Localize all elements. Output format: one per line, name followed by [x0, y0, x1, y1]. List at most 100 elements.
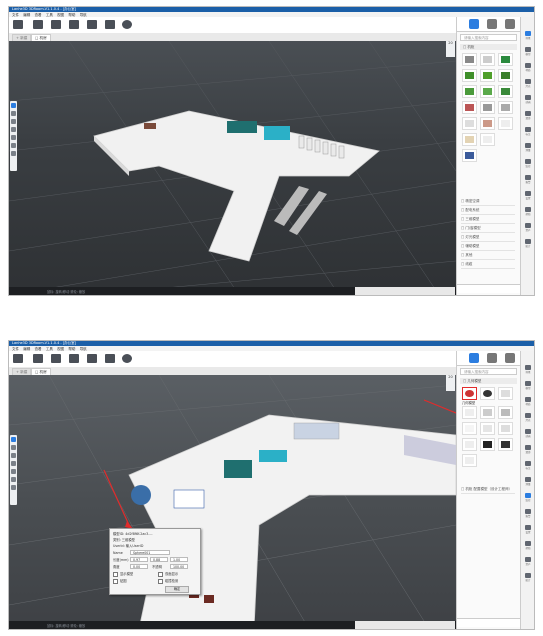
category-aux[interactable]: □ 辅助模型 — [461, 243, 515, 251]
panel-footer-icons-2[interactable] — [457, 618, 521, 627]
category-lights[interactable]: □ 灯光模型 — [461, 234, 515, 242]
opacity-input[interactable]: 100.00 — [170, 564, 188, 569]
material-icon[interactable]: 材质 — [524, 63, 532, 72]
model-search-input-2[interactable]: 请输入搜索内容 — [460, 368, 517, 375]
category-header-2[interactable]: □ 几何模型 — [460, 378, 517, 384]
help-icon[interactable] — [122, 20, 132, 29]
zoom-control-2[interactable]: 20 — [446, 375, 455, 391]
thumb-green-6[interactable] — [498, 85, 513, 98]
open-folder-icon[interactable] — [13, 354, 23, 363]
category-cables[interactable]: □ 线缆 — [461, 261, 515, 269]
open-folder-icon[interactable] — [13, 20, 23, 29]
thumb-cube[interactable] — [498, 387, 513, 400]
thumb-green-1[interactable] — [462, 69, 477, 82]
category-power[interactable]: □ 配电系统 — [461, 207, 515, 215]
measure-side-icon[interactable]: 测量 — [524, 477, 532, 486]
thumb-cylinder[interactable] — [462, 406, 477, 419]
gear-icon[interactable] — [87, 354, 97, 363]
search-icon[interactable] — [505, 353, 515, 363]
measure-icon[interactable] — [11, 469, 16, 474]
3d-viewport-2[interactable]: 20 模型ID: 4d2f8f6f-2ac3-... 类别: 三维模型 User… — [9, 375, 456, 629]
draw-wall-icon[interactable] — [11, 143, 16, 148]
image-icon[interactable] — [69, 20, 79, 29]
tab-new[interactable]: + 新建 — [12, 34, 32, 41]
thumb-cabinet-2[interactable] — [480, 117, 495, 130]
check-texture[interactable]: 贴图 — [113, 578, 127, 584]
panel-footer-icons[interactable] — [457, 284, 521, 293]
sphere-object[interactable] — [131, 485, 151, 505]
animation-icon[interactable]: 动画 — [524, 429, 532, 438]
length-z-input[interactable]: 1.00 — [170, 557, 188, 562]
scale-icon[interactable] — [11, 461, 16, 466]
thumb-shelf-1[interactable] — [462, 101, 477, 114]
measure-icon[interactable] — [11, 135, 16, 140]
length-y-input[interactable]: 0.88 — [150, 557, 168, 562]
thumb-sphere-dark[interactable] — [480, 387, 495, 400]
thumb-prism-dark[interactable] — [480, 438, 495, 451]
draw-wall-icon[interactable] — [11, 477, 16, 482]
asset-icon[interactable]: 资产 — [524, 557, 532, 566]
animation-icon[interactable]: 动画 — [524, 95, 532, 104]
check-collision[interactable]: 碰撞检测 — [158, 578, 178, 584]
thumb-pyramid[interactable] — [498, 406, 513, 419]
thumb-cabinet-5[interactable] — [480, 133, 495, 146]
thumb-plane[interactable] — [462, 422, 477, 435]
asset-icon[interactable]: 资产 — [524, 223, 532, 232]
grid-view-icon[interactable] — [469, 353, 479, 363]
tab-new-2[interactable]: + 新建 — [12, 368, 32, 375]
tab-room[interactable]: □ 机房 — [31, 34, 51, 41]
label-icon[interactable]: 标注 — [524, 127, 532, 136]
select-icon[interactable] — [11, 103, 16, 108]
gear-icon[interactable] — [87, 20, 97, 29]
stats-icon[interactable]: 统计 — [524, 239, 532, 248]
thumb-ac[interactable] — [498, 53, 513, 66]
light-icon[interactable]: 灯光 — [524, 413, 532, 422]
move-icon[interactable] — [11, 445, 16, 450]
bottom-toolstrip-2[interactable] — [355, 621, 455, 629]
monitor-icon[interactable]: 监控 — [524, 493, 532, 502]
model-icon[interactable]: 模型 — [524, 47, 532, 56]
settings-icon[interactable]: 设置 — [524, 525, 532, 534]
label-icon[interactable]: 标注 — [524, 461, 532, 470]
thumb-cabinet-3[interactable] — [498, 117, 513, 130]
walk-icon[interactable]: 漫游 — [524, 445, 532, 454]
confirm-button[interactable]: 确定 — [165, 586, 189, 593]
list-view-icon[interactable] — [487, 19, 497, 29]
plugin-icon[interactable] — [105, 20, 115, 29]
thumb-green-4[interactable] — [462, 85, 477, 98]
rotate-icon[interactable] — [11, 119, 16, 124]
monitor-icon[interactable]: 监控 — [524, 159, 532, 168]
alarm-icon[interactable]: 报警 — [524, 175, 532, 184]
check-double-side[interactable]: 双面显示 — [158, 571, 178, 577]
light-icon[interactable]: 灯光 — [524, 79, 532, 88]
scene-icon[interactable]: 场景 — [524, 31, 532, 40]
category-config-model[interactable]: □ 机柜 配置模型（设计工程师） — [461, 486, 515, 494]
thumb-cone[interactable] — [480, 406, 495, 419]
stats-icon[interactable]: 统计 — [524, 573, 532, 582]
category-header[interactable]: □ 机柜 — [460, 44, 517, 50]
image-icon[interactable] — [69, 354, 79, 363]
plugin-icon[interactable] — [105, 354, 115, 363]
help-icon[interactable] — [122, 354, 132, 363]
thumb-torus[interactable] — [480, 422, 495, 435]
thumb-box[interactable] — [462, 454, 477, 467]
alarm-icon[interactable]: 报警 — [524, 509, 532, 518]
category-doors[interactable]: □ 门/窗模型 — [461, 225, 515, 233]
camera-icon[interactable] — [51, 354, 61, 363]
category-3d[interactable]: □ 三维模型 — [461, 216, 515, 224]
thumb-cabinet-4[interactable] — [462, 133, 477, 146]
check-show-model[interactable]: 显示模型 — [113, 571, 133, 577]
camera-view-icon[interactable] — [11, 485, 16, 490]
name-input[interactable]: Sphere001 — [130, 550, 170, 555]
help-side-icon[interactable]: 帮助 — [524, 207, 532, 216]
thumb-device[interactable] — [480, 53, 495, 66]
help-side-icon[interactable]: 帮助 — [524, 541, 532, 550]
measure-side-icon[interactable]: 测量 — [524, 143, 532, 152]
scene-icon[interactable]: 场景 — [524, 365, 532, 374]
thumb-tube[interactable] — [498, 422, 513, 435]
model-search-input[interactable]: 请输入搜索内容 — [460, 34, 517, 41]
camera-icon[interactable] — [51, 20, 61, 29]
thumb-green-3[interactable] — [498, 69, 513, 82]
thumb-shelf-3[interactable] — [498, 101, 513, 114]
length-x-input[interactable]: 0.97 — [130, 557, 148, 562]
